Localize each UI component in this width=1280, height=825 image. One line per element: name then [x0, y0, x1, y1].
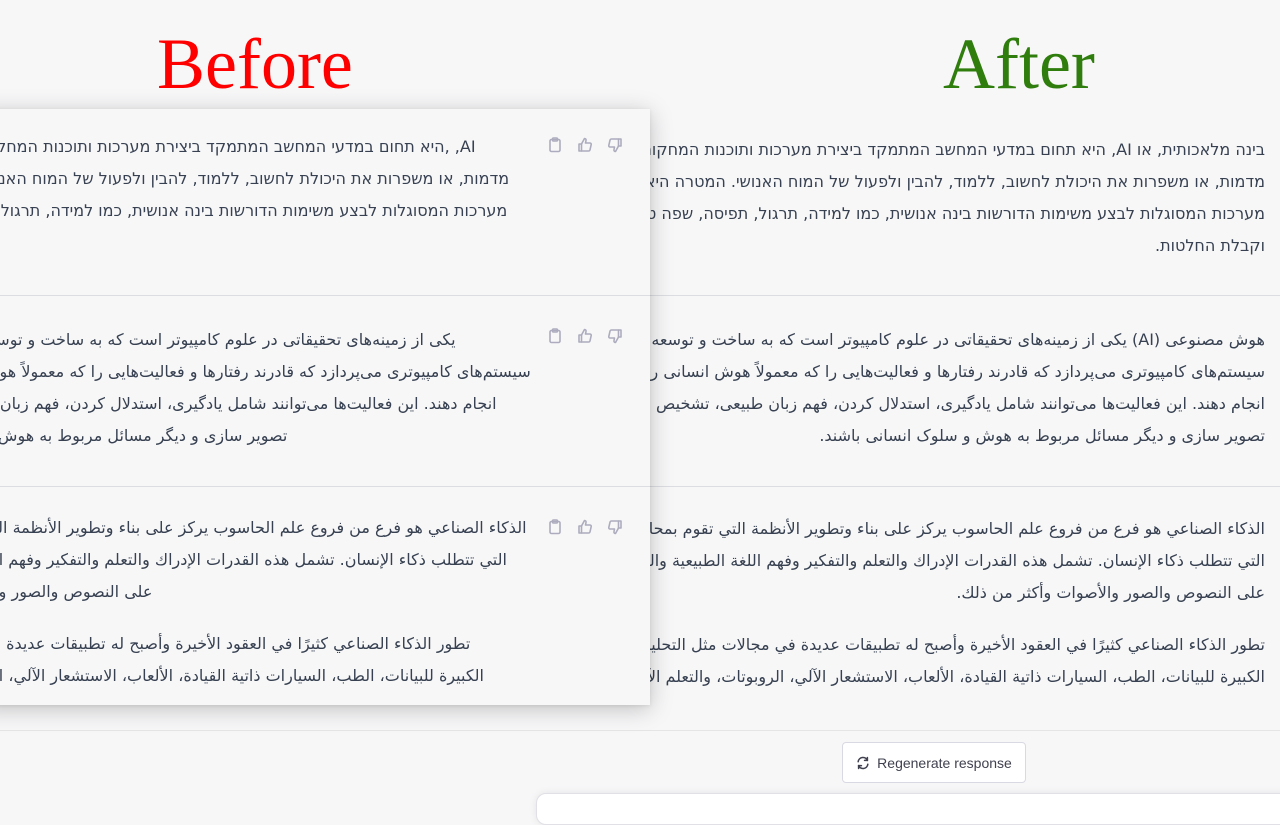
message-line: מערכות המסוגלות לבצע משימות הדורשות בינה… — [612, 204, 1265, 223]
message-input-box[interactable] — [536, 793, 1280, 825]
before-message-hebrew: היא תחום במדעי המחשב המתמקד ביצירת מערכו… — [0, 109, 650, 295]
message-line: تطور الذكاء الصناعي كثيرًا في العقود الأ… — [0, 634, 471, 653]
message-line: .تصویر سازی و دیگر مسائل مربوط به هوش و — [0, 426, 288, 445]
message-line: .على النصوص والصور والأ — [0, 582, 153, 601]
message-line: تصویر سازی و دیگر مسائل مربوط به هوش و س… — [819, 426, 1265, 445]
regenerate-response-button[interactable]: Regenerate response — [842, 742, 1026, 783]
message-actions — [546, 518, 624, 536]
before-message-persian: یکی از زمینه‌های تحقیقاتی در علوم کامپیو… — [0, 296, 650, 486]
clipboard-icon[interactable] — [546, 136, 564, 154]
thumbs-up-icon[interactable] — [576, 327, 594, 345]
clipboard-icon[interactable] — [546, 518, 564, 536]
message-actions — [546, 327, 624, 345]
message-line: الذكاء الصناعي هو فرع من فروع علم الحاسو… — [582, 519, 1265, 538]
message-line: انجام دهند. این فعالیت‌ها می‌توانند شامل… — [0, 394, 497, 413]
before-message-arabic: الذكاء الصناعي هو فرع من فروع علم الحاسو… — [0, 487, 650, 705]
message-line: التي تتطلب ذكاء الإنسان. تشمل هذه القدرا… — [0, 550, 507, 569]
thumbs-down-icon[interactable] — [606, 518, 624, 536]
message-line: מדמות, או משפרות את היכולת לחשוב, ללמוד,… — [599, 172, 1265, 191]
thumbs-down-icon[interactable] — [606, 327, 624, 345]
message-line: الكبيرة للبيانات، الطب، السيارات ذاتية ا… — [623, 667, 1265, 686]
message-line: מערכות המסוגלות לבצע משימות הדורשות בינה… — [0, 201, 508, 220]
refresh-icon — [857, 756, 869, 769]
message-line: היא תחום במדעי המחשב המתמקד ביצירת מערכו… — [0, 137, 476, 156]
message-line: .الكبيرة للبيانات، الطب، السيارات ذاتية … — [0, 666, 484, 685]
message-line: انجام دهند. این فعالیت‌ها می‌توانند شامل… — [619, 394, 1265, 413]
before-screenshot-card: היא תחום במדעי המחשב המתמקד ביצירת מערכו… — [0, 109, 650, 705]
thumbs-down-icon[interactable] — [606, 136, 624, 154]
thumbs-up-icon[interactable] — [576, 518, 594, 536]
message-actions — [546, 136, 624, 154]
message-line: בינה מלאכותית, או AI, היא תחום במדעי המח… — [616, 140, 1265, 159]
message-line: מדמות, או משפרות את היכולת לחשוב, ללמוד,… — [0, 169, 510, 188]
message-line: تطور الذكاء الصناعي كثيرًا في العقود الأ… — [626, 635, 1265, 654]
message-line: سیستم‌های کامپیوتری می‌پردازد که قادرند … — [576, 362, 1265, 381]
message-line: یکی از زمینه‌های تحقیقاتی در علوم کامپیو… — [0, 330, 456, 349]
clipboard-icon[interactable] — [546, 327, 564, 345]
thumbs-up-icon[interactable] — [576, 136, 594, 154]
message-line: على النصوص والصور والأصوات وأكثر من ذلك. — [956, 583, 1265, 602]
message-line: التي تتطلب ذكاء الإنسان. تشمل هذه القدرا… — [611, 551, 1265, 570]
message-line: سیستم‌های کامپیوتری می‌پردازد که قادرند … — [0, 362, 531, 381]
bottom-divider — [0, 730, 1280, 731]
regenerate-label: Regenerate response — [877, 754, 1012, 771]
message-line: וקבלת החלטות. — [1155, 236, 1265, 255]
message-line: الذكاء الصناعي هو فرع من فروع علم الحاسو… — [0, 518, 527, 537]
message-line: هوش مصنوعی (AI) یکی از زمینه‌های تحقیقات… — [651, 330, 1265, 349]
